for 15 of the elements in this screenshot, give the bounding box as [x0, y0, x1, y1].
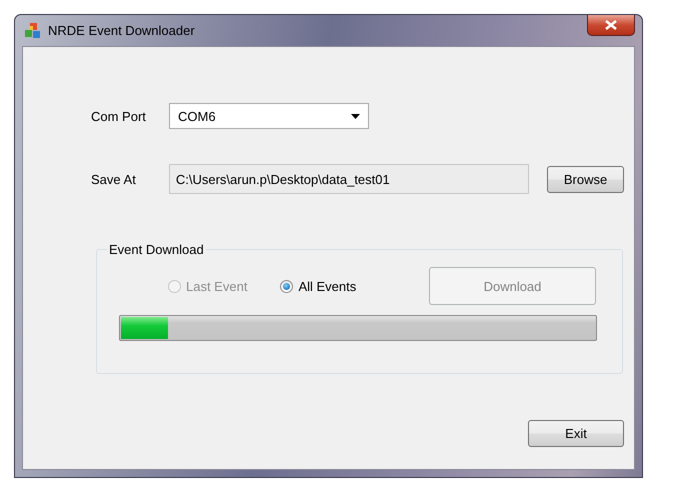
field-label: Save At [91, 172, 137, 186]
browse-button[interactable]: Browse [547, 166, 624, 192]
com-port-dropdown[interactable]: COM6 [169, 103, 369, 129]
close-button[interactable] [587, 15, 635, 36]
field-label: Com Port [91, 108, 147, 124]
app-cubes-icon [24, 22, 42, 40]
exit-button[interactable]: Exit [528, 420, 624, 447]
dropdown-arrow-icon [351, 114, 360, 118]
radio-label: All Events [298, 278, 356, 294]
radio-label: Last Event [186, 278, 248, 294]
path-input-field[interactable]: C:\Users\arun.p\Desktop\data_test01 [168, 164, 530, 194]
radio-button[interactable] [280, 280, 294, 292]
group-title: Event Download [108, 242, 205, 257]
close-icon [605, 20, 617, 30]
window-title: NRDE Event Downloader [48, 23, 195, 38]
